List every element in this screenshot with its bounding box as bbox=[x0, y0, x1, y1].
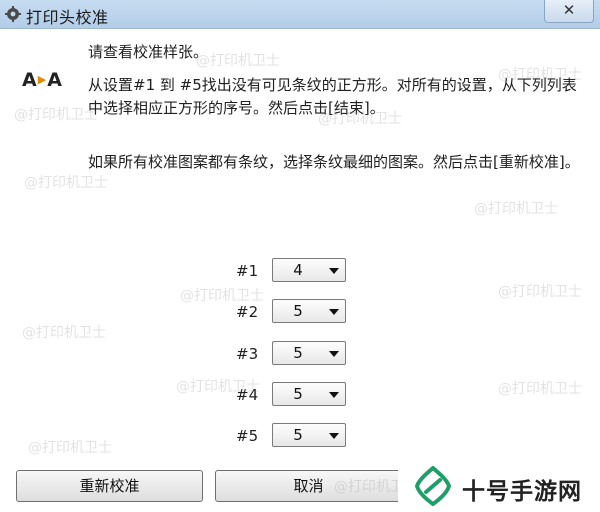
title-bar[interactable]: 打印头校准 ✕ bbox=[0, 0, 600, 29]
setting-label-3: #3 bbox=[236, 345, 259, 363]
setting-select-1[interactable]: 4 bbox=[272, 258, 346, 282]
close-icon: ✕ bbox=[562, 1, 576, 19]
setting-label-4: #4 bbox=[236, 386, 259, 404]
window-title: 打印头校准 bbox=[26, 8, 109, 27]
setting-label-5: #5 bbox=[236, 427, 259, 445]
chevron-down-icon bbox=[329, 268, 339, 274]
setting-row-2: #2 5 bbox=[236, 299, 356, 325]
aa-icon-left-letter: A bbox=[22, 69, 37, 91]
setting-select-4[interactable]: 5 bbox=[272, 382, 346, 406]
setting-value-2: 5 bbox=[293, 302, 303, 320]
brand-overlay: 十号手游网 bbox=[398, 462, 600, 512]
chevron-down-icon bbox=[329, 351, 339, 357]
dialog-content: A▶A 请查看校准样张。 从设置#1 到 #5找出没有可见条纹的正方形。对所有的… bbox=[0, 29, 600, 512]
setting-select-2[interactable]: 5 bbox=[272, 299, 346, 323]
setting-value-4: 5 bbox=[293, 385, 303, 403]
recalibrate-button[interactable]: 重新校准 bbox=[16, 470, 203, 502]
setting-value-1: 4 bbox=[293, 261, 303, 279]
instruction-line-2: 从设置#1 到 #5找出没有可见条纹的正方形。对所有的设置，从下列列表中选择相应… bbox=[88, 76, 577, 117]
brand-logo-icon bbox=[414, 466, 452, 506]
cancel-button[interactable]: 取消 bbox=[215, 470, 402, 502]
setting-label-2: #2 bbox=[236, 303, 259, 321]
setting-value-3: 5 bbox=[293, 344, 303, 362]
setting-row-5: #5 5 bbox=[236, 423, 356, 449]
setting-row-1: #1 4 bbox=[236, 258, 356, 284]
setting-row-4: #4 5 bbox=[236, 382, 356, 408]
setting-row-3: #3 5 bbox=[236, 341, 356, 367]
setting-select-5[interactable]: 5 bbox=[272, 423, 346, 447]
instruction-line-3: 如果所有校准图案都有条纹，选择条纹最细的图案。然后点击[重新校准]。 bbox=[88, 153, 580, 171]
setting-value-5: 5 bbox=[293, 426, 303, 444]
printer-gear-icon bbox=[5, 6, 21, 22]
brand-name: 十号手游网 bbox=[462, 479, 582, 505]
chevron-down-icon bbox=[329, 433, 339, 439]
calibration-aa-icon: A▶A bbox=[22, 69, 62, 91]
setting-select-3[interactable]: 5 bbox=[272, 341, 346, 365]
aa-icon-right-letter: A bbox=[47, 69, 62, 91]
close-button[interactable]: ✕ bbox=[544, 0, 594, 23]
chevron-down-icon bbox=[329, 392, 339, 398]
chevron-down-icon bbox=[329, 309, 339, 315]
setting-label-1: #1 bbox=[236, 262, 259, 280]
calibration-dialog: 打印头校准 ✕ A▶A 请查看校准样张。 从设置#1 到 #5找出没有可见条纹的… bbox=[0, 0, 600, 512]
instruction-line-1: 请查看校准样张。 bbox=[88, 43, 209, 61]
